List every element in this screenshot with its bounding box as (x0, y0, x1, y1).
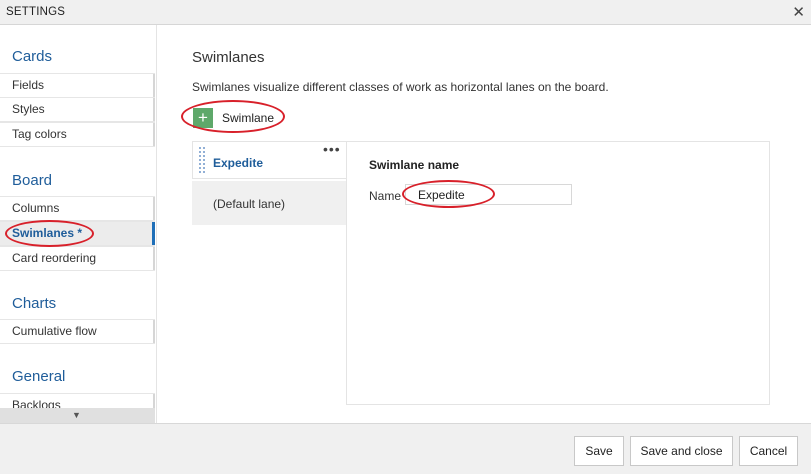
cancel-button[interactable]: Cancel (739, 436, 798, 466)
sidebar-item-columns[interactable]: Columns (0, 196, 155, 221)
add-swimlane-label: Swimlane (222, 111, 275, 125)
page-description: Swimlanes visualize different classes of… (192, 80, 609, 94)
dialog-title: SETTINGS (6, 6, 66, 18)
more-actions-icon[interactable]: ••• (323, 141, 341, 157)
settings-sidebar: Cards Fields Styles Tag colors Board Col… (0, 25, 157, 423)
section-title-board: Board (12, 172, 53, 189)
sidebar-item-fields[interactable]: Fields (0, 73, 155, 98)
title-bar: SETTINGS ✕ (0, 0, 811, 25)
scroll-down-arrow-icon[interactable]: ▼ (72, 410, 81, 420)
swimlane-details-panel: Swimlane name Name (346, 141, 770, 405)
section-title-charts: Charts (12, 295, 57, 312)
swimlane-name: (Default lane) (213, 197, 286, 211)
page-title: Swimlanes (192, 49, 265, 66)
sidebar-item-tag-colors[interactable]: Tag colors (0, 122, 155, 147)
sidebar-item-card-reordering[interactable]: Card reordering (0, 246, 155, 271)
drag-grip-icon[interactable] (198, 146, 206, 174)
name-label: Name (369, 189, 402, 203)
swimlane-list: Expedite ••• (Default lane) (192, 141, 347, 409)
close-icon[interactable]: ✕ (792, 3, 805, 21)
section-title-cards: Cards (12, 48, 53, 65)
swimlane-item-default[interactable]: (Default lane) (192, 181, 347, 225)
sidebar-item-cumulative-flow[interactable]: Cumulative flow (0, 319, 155, 344)
sidebar-item-styles[interactable]: Styles (0, 97, 155, 122)
add-swimlane-button[interactable]: + Swimlane (193, 107, 274, 129)
details-heading: Swimlane name (369, 158, 460, 172)
sidebar-item-swimlanes[interactable]: Swimlanes * (0, 221, 155, 246)
section-title-general: General (12, 368, 66, 385)
swimlane-item-expedite[interactable]: Expedite ••• (192, 141, 347, 179)
swimlanes-settings-panel: Swimlanes Swimlanes visualize different … (157, 25, 811, 423)
swimlane-name-input[interactable] (405, 184, 572, 205)
save-and-close-button[interactable]: Save and close (630, 436, 733, 466)
dialog-footer: Save Save and close Cancel (0, 423, 811, 474)
plus-icon: + (193, 108, 213, 128)
save-button[interactable]: Save (574, 436, 624, 466)
swimlane-name: Expedite (213, 156, 264, 170)
sidebar-scrollbar[interactable]: ▼ (0, 408, 155, 423)
